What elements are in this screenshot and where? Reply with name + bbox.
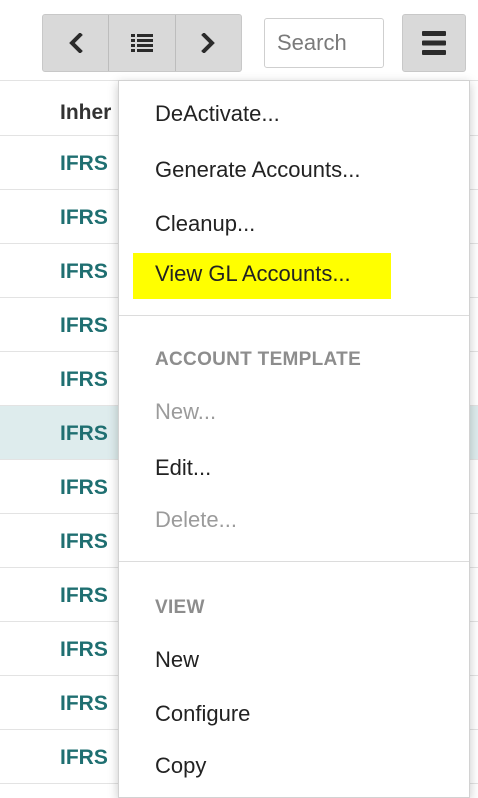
list-icon bbox=[130, 34, 153, 52]
row-cell[interactable]: IFRS bbox=[60, 476, 108, 500]
list-view-button[interactable] bbox=[109, 15, 176, 71]
menu-item-cleanup[interactable]: Cleanup... bbox=[155, 211, 255, 237]
menu-item-delete: Delete... bbox=[155, 507, 237, 532]
row-cell[interactable]: IFRS bbox=[60, 692, 108, 716]
menu-divider bbox=[119, 315, 469, 316]
menu-item-generate-accounts[interactable]: Generate Accounts... bbox=[155, 157, 360, 183]
row-cell[interactable]: IFRS bbox=[60, 368, 108, 392]
menu-item-view-gl-accounts[interactable]: View GL Accounts... bbox=[155, 261, 351, 287]
row-cell[interactable]: IFRS bbox=[60, 584, 108, 608]
column-header-inherited[interactable]: Inher bbox=[60, 101, 111, 125]
row-cell[interactable]: IFRS bbox=[60, 638, 108, 662]
row-cell[interactable]: IFRS bbox=[60, 206, 108, 230]
previous-record-button[interactable] bbox=[43, 15, 110, 71]
menu-item-edit[interactable]: Edit... bbox=[155, 455, 211, 481]
actions-menu-button[interactable] bbox=[402, 14, 466, 72]
menu-section-account-template: ACCOUNT TEMPLATE bbox=[155, 349, 362, 370]
row-cell[interactable]: IFRS bbox=[60, 530, 108, 554]
menu-item-new-template: New... bbox=[155, 399, 217, 424]
search-input[interactable] bbox=[264, 18, 384, 68]
row-cell[interactable]: IFRS bbox=[60, 422, 108, 446]
row-cell[interactable]: IFRS bbox=[60, 314, 108, 338]
toolbar bbox=[0, 0, 478, 88]
chevron-right-icon bbox=[201, 33, 216, 53]
menu-item-configure[interactable]: Configure bbox=[155, 701, 250, 727]
menu-item-deactivate[interactable]: DeActivate... bbox=[155, 101, 280, 127]
menu-item-copy[interactable]: Copy bbox=[155, 753, 206, 779]
menu-section-view: VIEW bbox=[155, 597, 205, 618]
row-cell[interactable]: IFRS bbox=[60, 260, 108, 284]
hamburger-menu-icon bbox=[422, 31, 446, 55]
next-record-button[interactable] bbox=[176, 15, 241, 71]
row-cell[interactable]: IFRS bbox=[60, 746, 108, 770]
menu-item-view-new[interactable]: New bbox=[155, 647, 199, 673]
row-cell[interactable]: IFRS bbox=[60, 152, 108, 176]
record-navigation-group bbox=[42, 14, 242, 72]
chevron-left-icon bbox=[68, 33, 83, 53]
actions-dropdown-menu: DeActivate... Generate Accounts... Clean… bbox=[118, 80, 470, 798]
menu-divider bbox=[119, 561, 469, 562]
